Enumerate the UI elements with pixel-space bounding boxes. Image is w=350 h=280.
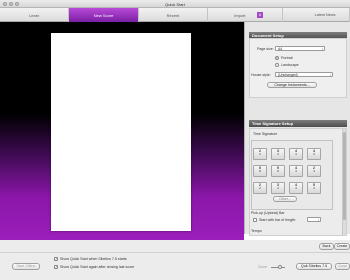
tab-import[interactable]: Import [208,8,284,22]
ts-den: 4 [277,152,279,156]
tab-new-score[interactable]: New Score [69,8,139,22]
news-hash-icon: # [257,12,263,18]
time-signature-5-4[interactable]: 54 [307,182,321,194]
house-style-label: House style: [251,73,271,77]
time-signature-3-4-b[interactable]: 34 [271,182,285,194]
time-signature-2-2-b[interactable]: 22 [253,182,267,194]
ts-den: 4 [295,169,297,173]
score-page-preview [51,33,191,231]
time-signature-6-8[interactable]: 68 [253,165,267,177]
landscape-label: Landscape [281,63,299,67]
tab-latest-news-label: Latest News [314,13,336,17]
time-signature-2-4[interactable]: 24 [307,165,321,177]
show-quickstart-label: Show Quick Start when Sibelius 7.5 start… [60,257,127,261]
ts-den: 4 [295,186,297,190]
ts-den: 4 [277,186,279,190]
house-style-select[interactable]: (Unchanged) [275,72,333,77]
time-signature-group-label: Time Signature [253,132,278,136]
ts-den: 4 [295,152,297,156]
create-button[interactable]: Create [334,243,350,250]
portrait-label: Portrait [281,56,293,60]
panel-scrollbar-thumb[interactable] [342,132,346,220]
back-button[interactable]: Back [319,243,334,250]
time-signature-heading: Time Signature Setup [249,120,347,127]
title-bar: Quick Start [0,0,350,8]
tab-latest-news[interactable]: Latest News [283,8,350,22]
quickstart-tabs: Learn New Score Recent Import Latest New… [0,8,350,22]
show-quickstart-checkbox[interactable]: ✓ [54,257,58,261]
show-again-checkbox[interactable]: ✓ [54,265,58,269]
ts-den: 4 [313,152,315,156]
tempo-label: Tempo [251,229,262,233]
time-signature-4-4-b[interactable]: 44 [289,165,303,177]
time-signature-4-4-c[interactable]: 44 [289,182,303,194]
ts-den: 2 [259,186,261,190]
ts-den: 4 [313,186,315,190]
landscape-radio[interactable] [275,63,279,67]
tab-learn[interactable]: Learn [0,8,70,22]
close-button[interactable]: Close [335,263,350,270]
portrait-radio[interactable] [275,56,279,60]
page-size-label: Page size: [257,47,274,51]
pickup-bar-label: Pick-up (Upbeat) Bar [251,211,285,215]
pickup-bar-length-label: Start with bar of length: [259,218,296,222]
time-signature-2-2[interactable]: 22 [253,148,267,160]
page-size-select[interactable]: A4 [275,46,325,51]
zoom-slider-knob[interactable] [278,265,282,269]
options-panel: Document Setup Page size: A4 Portrait La… [244,22,350,236]
pickup-bar-checkbox[interactable] [253,218,257,222]
score-preview-area [0,22,244,240]
time-signature-9-8[interactable]: 98 [271,165,285,177]
window-title: Quick Start [165,1,185,7]
zoom-label: Zoom [258,265,268,269]
ts-den: 4 [313,169,315,173]
bottom-divider [0,252,350,253]
time-signature-3-4[interactable]: 34 [271,148,285,160]
ts-den: 8 [277,169,279,173]
ts-den: 2 [259,152,261,156]
ts-den: 8 [259,169,261,173]
change-instruments-button[interactable]: Change Instruments... [267,82,317,88]
time-signature-4-4-alt[interactable]: 44 [307,148,321,160]
quit-button[interactable]: Quit Sibelius 7.5 [296,263,332,270]
bottom-bar [0,240,350,280]
show-again-label: Show Quick Start again after closing las… [60,265,135,269]
other-time-signature-button[interactable]: Other... [273,196,297,202]
pickup-length-select[interactable] [307,217,321,222]
tab-import-label: Import [234,12,246,18]
time-signature-4-4[interactable]: 44 [289,148,303,160]
start-offline-button[interactable]: Start Offline [12,263,40,270]
tab-recent[interactable]: Recent [139,8,209,22]
